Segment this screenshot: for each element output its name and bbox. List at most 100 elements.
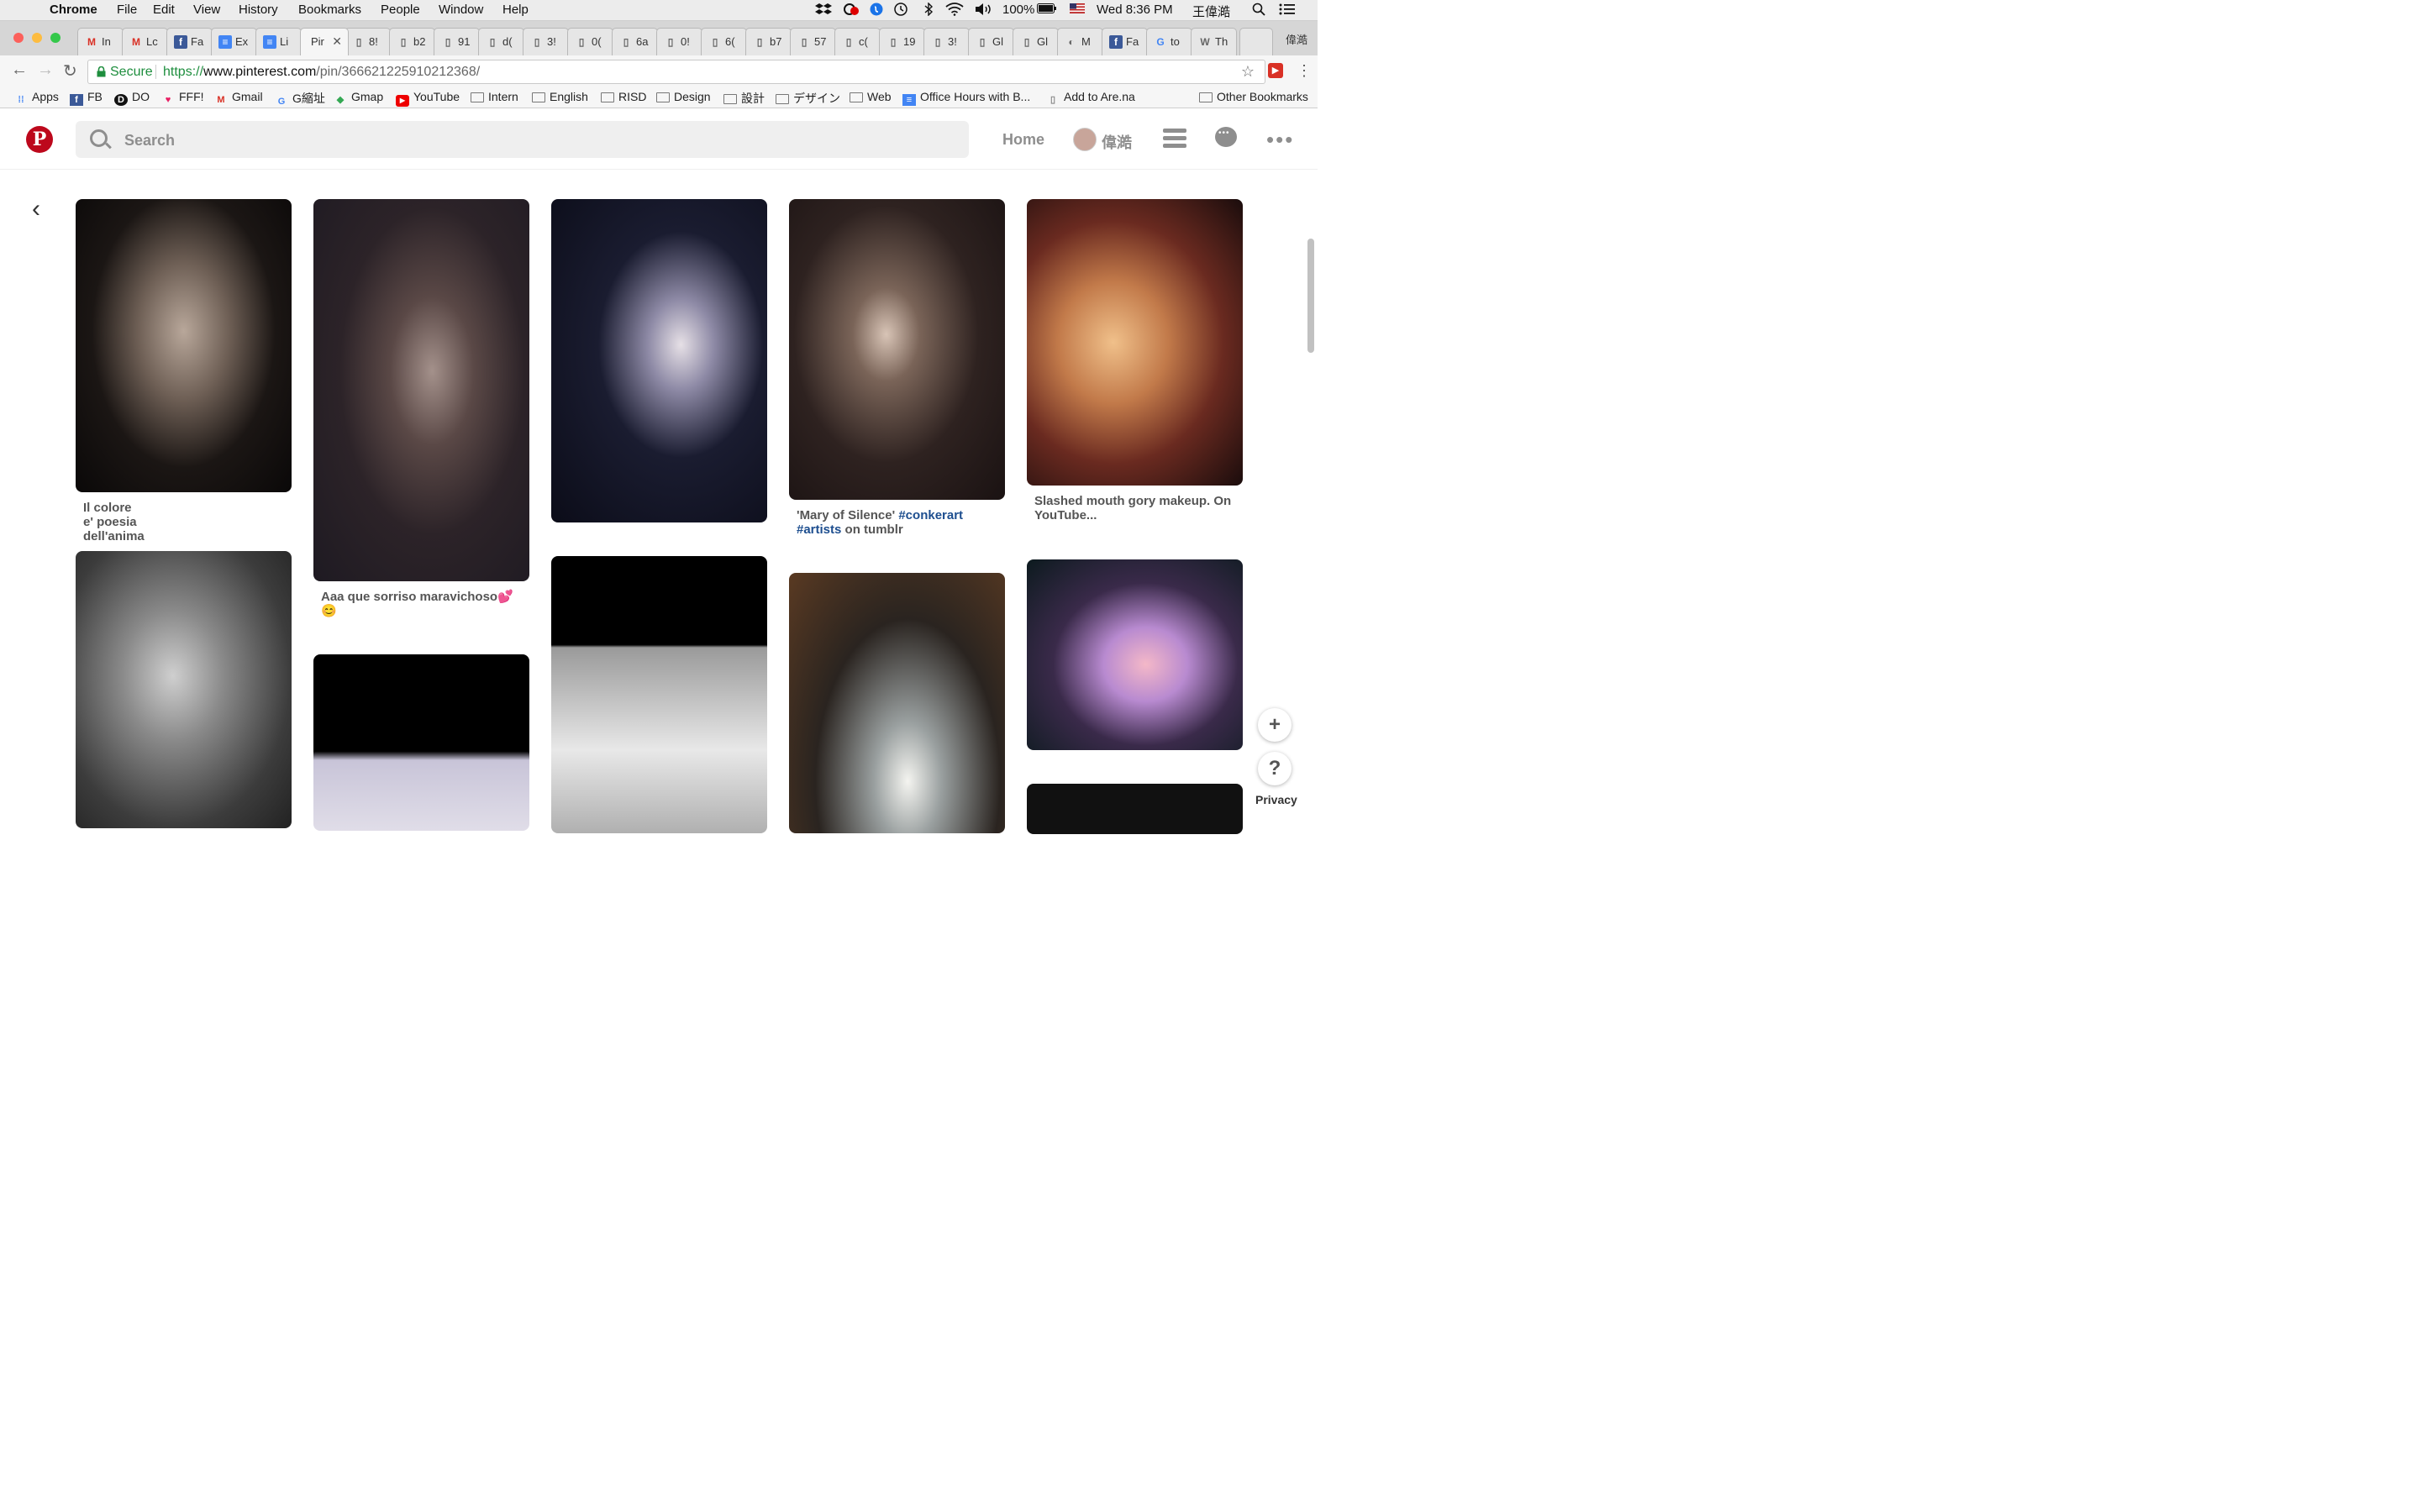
menu-app-name[interactable]: Chrome xyxy=(50,3,97,17)
messages-icon[interactable] xyxy=(1215,127,1237,147)
pin-image[interactable] xyxy=(551,556,767,833)
us-flag-icon[interactable] xyxy=(1070,3,1085,17)
pin-image[interactable] xyxy=(1027,199,1243,486)
bookmark-add-to-are-na[interactable]: ▯ Add to Are.na xyxy=(1046,90,1135,106)
browser-tab[interactable]: ▯ b7 xyxy=(745,28,792,55)
bookmark-do[interactable]: D DO xyxy=(114,90,150,106)
hashtag-link[interactable]: #artists xyxy=(797,522,841,537)
back-chevron-icon[interactable]: ‹ xyxy=(32,195,40,223)
tab-active[interactable]: Pir ✕ xyxy=(300,28,349,55)
profile-link[interactable]: 偉澔 xyxy=(1102,131,1132,153)
extension-icon[interactable]: ▶ xyxy=(1268,63,1283,78)
bookmark-fb[interactable]: f FB xyxy=(70,90,103,106)
pin-image[interactable] xyxy=(76,199,292,492)
search-input[interactable] xyxy=(123,121,950,160)
close-window-button[interactable] xyxy=(13,33,24,43)
browser-tab[interactable]: f Fa xyxy=(166,28,213,55)
bookmark-fff-[interactable]: ♥ FFF! xyxy=(161,90,204,106)
pin-image[interactable] xyxy=(1027,559,1243,750)
minimize-window-button[interactable] xyxy=(32,33,42,43)
url-text[interactable]: https://www.pinterest.com/pin/3666212259… xyxy=(163,60,480,83)
help-button[interactable]: ? xyxy=(1258,752,1292,785)
shazam-icon[interactable] xyxy=(870,3,883,19)
menu-edit[interactable]: Edit xyxy=(153,3,175,17)
clock-datetime[interactable]: Wed 8:36 PM xyxy=(1097,3,1173,17)
pin-image[interactable] xyxy=(551,199,767,522)
add-pin-button[interactable]: + xyxy=(1258,708,1292,742)
bookmark-apps[interactable]: ⁞⁞ Apps xyxy=(14,90,59,106)
browser-tab[interactable] xyxy=(1239,28,1273,55)
menu-view[interactable]: View xyxy=(193,3,220,17)
menu-history[interactable]: History xyxy=(239,3,278,17)
bookmark-star-icon[interactable]: ☆ xyxy=(1241,60,1255,83)
menu-bookmarks[interactable]: Bookmarks xyxy=(298,3,361,17)
menu-help[interactable]: Help xyxy=(502,3,529,17)
pin-caption[interactable]: Slashed mouth gory makeup. On YouTube... xyxy=(1034,494,1236,522)
creative-cloud-icon[interactable] xyxy=(843,3,861,19)
pin-caption[interactable]: Il colore e' poesia dell'anima xyxy=(83,501,145,543)
address-bar[interactable]: Secure https://www.pinterest.com/pin/366… xyxy=(87,60,1265,84)
browser-tab[interactable]: ▯ Gl xyxy=(1013,28,1059,55)
bookmark--[interactable]: 設計 xyxy=(723,90,765,107)
home-link[interactable]: Home xyxy=(1002,131,1044,149)
user-account-name[interactable]: 王偉澔 xyxy=(1192,3,1230,20)
chrome-profile-name[interactable]: 偉澔 xyxy=(1286,31,1307,47)
browser-tab[interactable]: ▯ 3! xyxy=(523,28,569,55)
bookmark-g-[interactable]: G G縮址 xyxy=(275,90,325,108)
browser-tab[interactable]: ▯ 6a xyxy=(612,28,658,55)
privacy-link[interactable]: Privacy xyxy=(1255,793,1297,806)
avatar[interactable] xyxy=(1073,128,1097,151)
other-bookmarks[interactable]: Other Bookmarks xyxy=(1199,90,1308,103)
hashtag-link[interactable]: #conkerart xyxy=(898,508,963,522)
bookmark-gmail[interactable]: M Gmail xyxy=(214,90,262,106)
dropbox-icon[interactable] xyxy=(815,3,832,19)
pin-caption[interactable]: 'Mary of Silence' #conkerart #artists on… xyxy=(797,508,998,537)
pin-image[interactable] xyxy=(789,573,1005,833)
pin-image[interactable] xyxy=(76,551,292,828)
browser-tab[interactable]: W Th xyxy=(1191,28,1237,55)
browser-tab[interactable]: ▯ Gl xyxy=(968,28,1014,55)
reload-icon[interactable]: ↻ xyxy=(63,60,77,81)
volume-icon[interactable] xyxy=(974,3,994,19)
browser-tab[interactable]: ▯ c( xyxy=(834,28,881,55)
browser-tab[interactable]: ▯ b2 xyxy=(389,28,435,55)
boards-menu-icon[interactable] xyxy=(1163,129,1186,151)
menu-window[interactable]: Window xyxy=(439,3,483,17)
bookmark-risd[interactable]: RISD xyxy=(601,90,646,103)
battery-icon[interactable] xyxy=(1037,3,1057,18)
browser-tab[interactable]: ▯ 8! xyxy=(345,28,391,55)
browser-tab[interactable]: ▯ 91 xyxy=(434,28,480,55)
time-machine-icon[interactable] xyxy=(893,3,908,19)
bookmark-intern[interactable]: Intern xyxy=(471,90,518,103)
spotlight-search-icon[interactable] xyxy=(1252,3,1265,19)
browser-tab[interactable]: ◐ M xyxy=(1057,28,1103,55)
bookmark-youtube[interactable]: ▶ YouTube xyxy=(396,90,460,107)
browser-tab[interactable]: ▯ 3! xyxy=(923,28,970,55)
browser-tab[interactable]: ▯ 19 xyxy=(879,28,925,55)
battery-percent[interactable]: 100% xyxy=(1002,3,1034,17)
pin-image[interactable] xyxy=(1027,784,1243,834)
pin-image[interactable] xyxy=(789,199,1005,500)
scrollbar-thumb[interactable] xyxy=(1307,239,1314,353)
browser-tab[interactable]: ▯ 0( xyxy=(567,28,613,55)
browser-tab[interactable]: M In xyxy=(77,28,124,55)
bookmark-design[interactable]: Design xyxy=(656,90,711,103)
browser-tab[interactable]: ▯ 6( xyxy=(701,28,747,55)
browser-tab[interactable]: ≡ Ex xyxy=(211,28,257,55)
pin-image[interactable] xyxy=(313,654,529,831)
more-options-icon[interactable]: ••• xyxy=(1266,127,1294,153)
bookmark-gmap[interactable]: ◆ Gmap xyxy=(334,90,383,106)
browser-tab[interactable]: ≡ Li xyxy=(255,28,302,55)
bookmark-english[interactable]: English xyxy=(532,90,588,103)
search-bar[interactable] xyxy=(76,121,969,160)
notification-center-icon[interactable] xyxy=(1279,3,1296,19)
bluetooth-icon[interactable] xyxy=(923,2,934,19)
browser-tab[interactable]: ▯ 0! xyxy=(656,28,702,55)
browser-tab[interactable]: ▯ d( xyxy=(478,28,524,55)
menu-file[interactable]: File xyxy=(117,3,137,17)
wifi-icon[interactable] xyxy=(945,3,964,19)
chrome-menu-icon[interactable]: ⋮ xyxy=(1297,62,1312,80)
zoom-window-button[interactable] xyxy=(50,33,60,43)
bookmark--[interactable]: デザイン xyxy=(776,90,840,107)
browser-tab[interactable]: M Lc xyxy=(122,28,168,55)
